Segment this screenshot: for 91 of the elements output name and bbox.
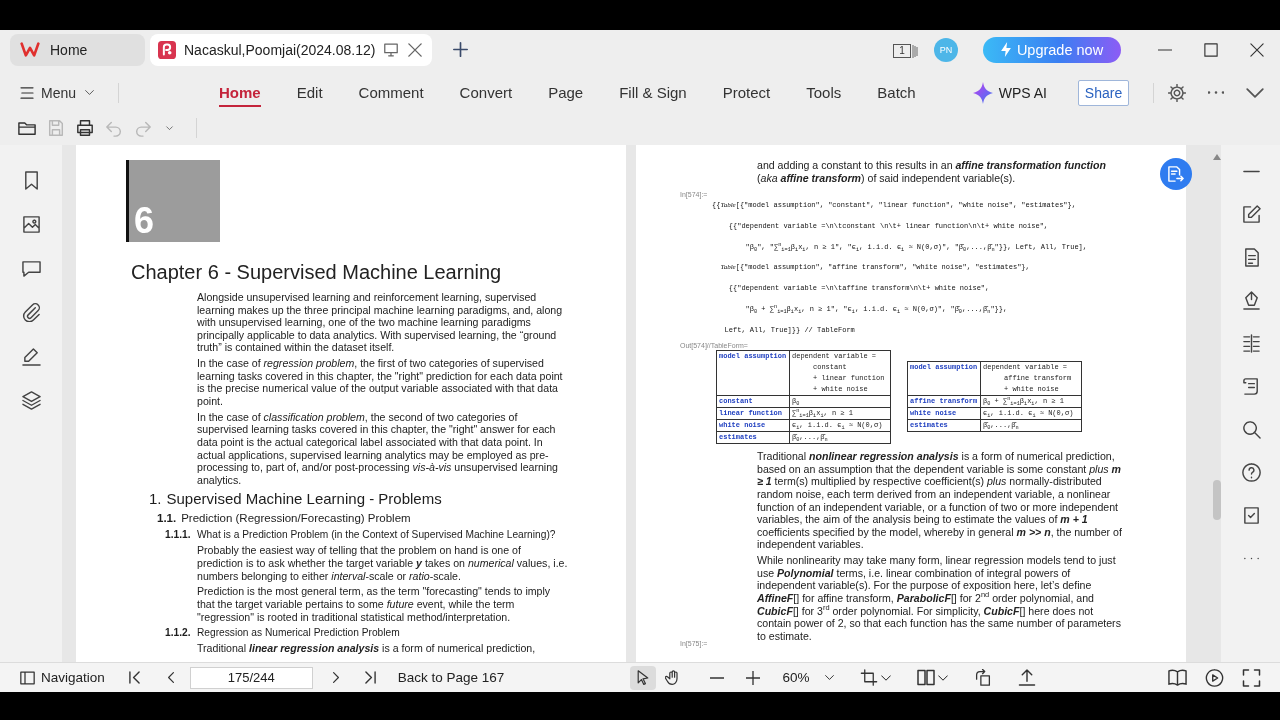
printer-icon[interactable] bbox=[76, 118, 94, 137]
caret-icon[interactable] bbox=[938, 674, 949, 681]
comment-icon[interactable] bbox=[21, 259, 41, 278]
section-heading: What is a Prediction Problem (in the Context of Supervised Machine Learning)? bbox=[197, 528, 556, 542]
first-page-icon[interactable] bbox=[128, 671, 140, 684]
chapter-title: Chapter 6 - Supervised Machine Learning bbox=[131, 260, 503, 284]
next-page-icon[interactable] bbox=[331, 671, 340, 684]
settings-icon[interactable] bbox=[1168, 83, 1186, 102]
sparkle-icon bbox=[972, 81, 993, 104]
section-heading: Regression as Numerical Prediction Problem bbox=[197, 626, 400, 640]
section-heading: Supervised Machine Learning - Problems bbox=[166, 490, 442, 509]
back-to-page-link[interactable]: Back to Page 167 bbox=[397, 670, 505, 685]
body-paragraph: While nonlinearity may take many form, linear regression models tend to just use Polynomial terms, i.e. linear combination of integral powers of independent variable(s). For the purpose of exposition here, let’s define AffineF[] for affine transform, ParabolicF[] for 2$^{nd}$ order polynomial, and CubicF[] for 3$^{rd}$ order polynomial. For simplicity, CubicF[] here does not contain power of 2, so that each function has the same number of parameters to estimate. bbox=[757, 554, 1122, 643]
play-icon[interactable] bbox=[1205, 668, 1224, 687]
share-button[interactable]: Share bbox=[1078, 79, 1129, 106]
stacked-lines-icon bbox=[912, 42, 918, 59]
floating-convert-button[interactable] bbox=[1160, 158, 1192, 190]
navigation-button[interactable]: Navigation bbox=[20, 670, 105, 685]
side-panel-icon bbox=[20, 670, 35, 685]
image-icon[interactable] bbox=[21, 215, 41, 234]
book-check-icon[interactable] bbox=[1241, 506, 1261, 525]
chevron-down-icon[interactable] bbox=[163, 123, 176, 132]
window-tab[interactable]: Nacaskul,Poomjai(2024.08.12) bbox=[150, 33, 433, 66]
search-icon[interactable] bbox=[1241, 420, 1261, 439]
scrollbar-thumb[interactable] bbox=[1212, 480, 1221, 520]
section-heading: Prediction (Regression/Forecasting) Problem bbox=[181, 511, 411, 526]
app-logo-icon bbox=[20, 42, 40, 57]
fullscreen-icon[interactable] bbox=[1242, 668, 1261, 687]
menu-button[interactable]: Menu bbox=[20, 84, 95, 101]
chevron-down-icon[interactable] bbox=[1246, 87, 1264, 98]
two-pages-icon[interactable] bbox=[917, 669, 936, 686]
more-dots-icon[interactable] bbox=[1208, 90, 1224, 95]
lightning-icon bbox=[1000, 42, 1011, 57]
minimize-icon[interactable] bbox=[1158, 48, 1172, 51]
maximize-icon[interactable] bbox=[1204, 42, 1218, 57]
pen-nib-icon[interactable] bbox=[1241, 291, 1261, 310]
section-number: 1.1.2. bbox=[165, 626, 192, 640]
scroll-icon[interactable] bbox=[1241, 377, 1261, 396]
window-tab[interactable]: Home bbox=[10, 33, 145, 66]
previous-page-icon[interactable] bbox=[166, 671, 175, 684]
ai-assistant-button[interactable]: WPS AI bbox=[972, 81, 1047, 104]
ribbon-tab[interactable]: Edit bbox=[296, 78, 323, 107]
ribbon-tab[interactable]: Fill & Sign bbox=[619, 78, 687, 107]
select-tool-button[interactable] bbox=[630, 665, 657, 690]
chapter-number: 6 bbox=[126, 160, 220, 242]
paperclip-icon[interactable] bbox=[21, 303, 41, 322]
document-arrows-icon bbox=[1168, 166, 1184, 182]
zoom-level-dropdown[interactable]: 60% bbox=[782, 670, 835, 685]
zoom-out-icon[interactable] bbox=[710, 676, 725, 679]
scroll-up-arrow-icon[interactable] bbox=[1212, 154, 1221, 160]
body-paragraph: Probably the easiest way of telling that the problem on hand is one of prediction is to ask whether the target variable y takes on numerical values, i.e. numbers belonging to either interval-scale or ratio-scale. bbox=[197, 544, 569, 583]
edit-icon[interactable] bbox=[1241, 205, 1261, 224]
upgrade-button[interactable]: Upgrade now bbox=[983, 36, 1121, 63]
close-icon[interactable] bbox=[408, 42, 423, 57]
columns-icon[interactable] bbox=[1241, 334, 1261, 353]
body-paragraph: Alongside unsupervised learning and reinforcement learning, supervised learning makes up the three principal machine learning paradigms, and, along with unsupervised learning, one of the two machine learning paradigms principally applicable to data analytics. With supervised learning, the “ground truth” is contained within the dataset itself. bbox=[197, 291, 564, 354]
ribbon-tab[interactable]: Batch bbox=[877, 78, 916, 107]
body-paragraph: Traditional nonlinear regression analysis is a form of numerical prediction, based on an assumption that the dependent variable is some constant plus m ≥ 1 term(s) multiplied by respective coefficient(s) plus normally-distributed random noise, each term derived from an independent variable, a nonlinear function of an independent variable, or a function of two or more independent variables, the aim of the analysis being to estimate the values of m + 1 coefficients specified by the model, whereby in general m >> n, the number of independent variables. bbox=[757, 450, 1123, 552]
rotate-page-icon[interactable] bbox=[974, 669, 993, 686]
ribbon-tab[interactable]: Convert bbox=[459, 78, 513, 107]
layers-icon[interactable] bbox=[21, 391, 41, 410]
window-count-button[interactable]: 1 bbox=[893, 43, 911, 58]
upload-icon[interactable] bbox=[1018, 669, 1037, 686]
crop-frame-icon[interactable] bbox=[860, 669, 879, 686]
ribbon-tab[interactable]: Page bbox=[548, 78, 584, 107]
section-number: 1.1.1. bbox=[165, 528, 192, 542]
close-icon[interactable] bbox=[1250, 42, 1264, 57]
body-paragraph: Prediction is the most general term, as the term "forecasting" tends to imply that the target variable pertains to some future event, while the term "regression" is rooted in traditional statistical method/interpretation. bbox=[197, 585, 552, 624]
section-number: 1.1. bbox=[157, 511, 177, 526]
plus-icon[interactable] bbox=[453, 42, 469, 57]
ribbon-tab[interactable]: Home bbox=[219, 78, 261, 107]
last-page-icon[interactable] bbox=[364, 671, 376, 684]
open-book-icon[interactable] bbox=[1168, 668, 1187, 687]
ribbon-tab[interactable]: Protect bbox=[722, 78, 771, 107]
ribbon-tab[interactable]: Tools bbox=[806, 78, 842, 107]
section-number: 1. bbox=[149, 490, 162, 509]
body-paragraph: Traditional linear regression analysis is a form of numerical prediction, bbox=[197, 642, 537, 655]
caret-icon bbox=[825, 675, 835, 680]
zoom-in-icon[interactable] bbox=[746, 670, 761, 685]
chevron-down-icon bbox=[85, 90, 95, 95]
page-number-field[interactable]: 175/244 bbox=[189, 666, 313, 689]
signature-pen-icon[interactable] bbox=[21, 347, 41, 366]
help-icon[interactable] bbox=[1241, 463, 1261, 482]
monitor-icon[interactable] bbox=[384, 42, 399, 57]
pdf-file-icon bbox=[158, 40, 176, 59]
body-paragraph: and adding a constant to this results in an affine transformation function (aka affine transform) of said independent variable(s). bbox=[757, 159, 1107, 185]
body-paragraph: In the case of regression problem, the first of two categories of supervised learning tasks covered in this chapter, the "right" prediction for each data point is the precise numerical value of the output variable associated with that data point. bbox=[197, 357, 564, 408]
caret-icon[interactable] bbox=[881, 674, 892, 681]
ribbon-tab[interactable]: Comment bbox=[358, 78, 424, 107]
body-paragraph: In the case of classification problem, the second of two categories of supervised learning tasks covered in this chapter, the "right" answer for each data point is the actual categorical label associated with that data point. In actual applications, supervised learning analytics may be employed as pre-processing to, part of, and/or post-processing vis-à-vis unsupervised learning analytics. bbox=[197, 410, 559, 487]
hamburger-menu-icon bbox=[20, 86, 34, 99]
